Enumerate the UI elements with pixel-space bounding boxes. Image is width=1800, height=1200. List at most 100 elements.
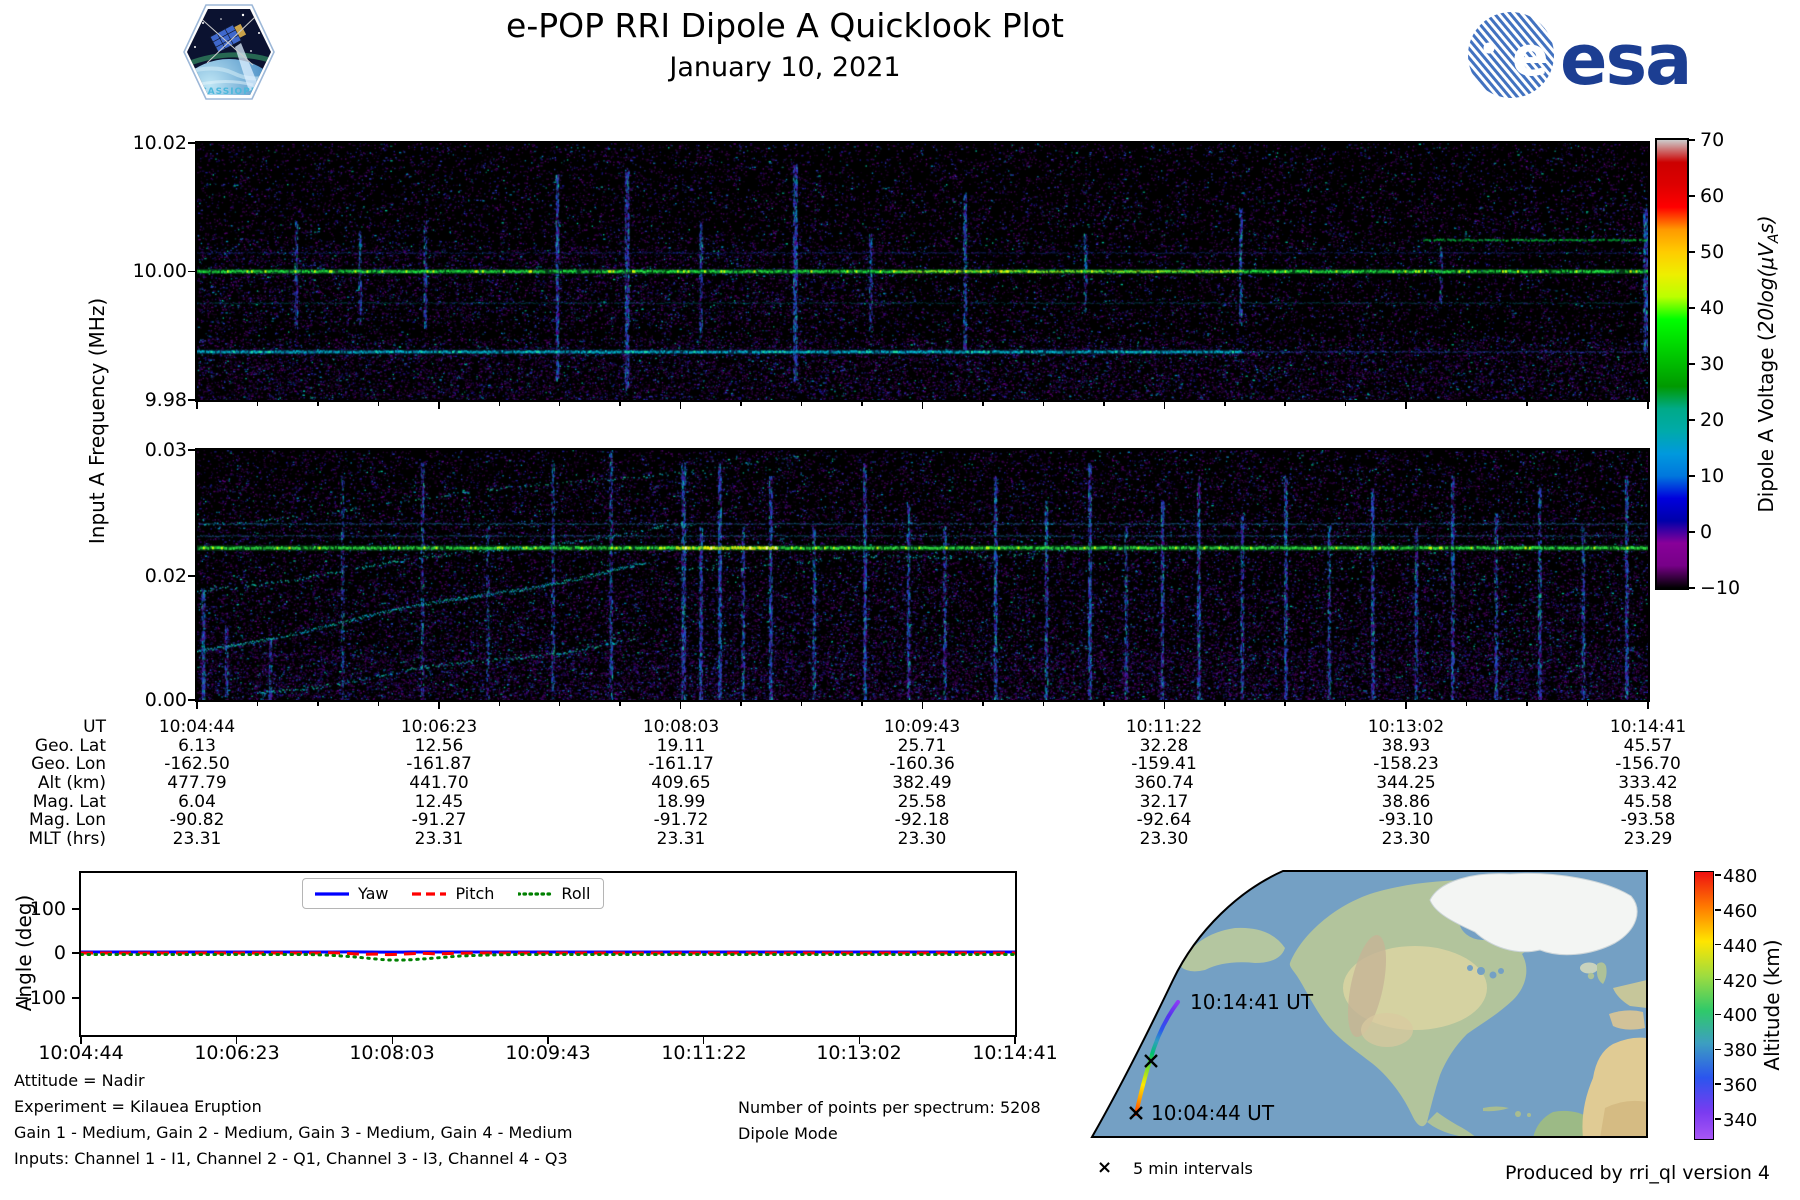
legend-label: Roll [561,884,590,903]
axis-tick-mark [1224,702,1226,706]
axis-tick-mark [1103,402,1105,406]
axis-tick-mark [188,575,195,577]
ephemeris-cell: 23.31 [601,830,761,849]
ephemeris-cell: 10:13:02 [1326,718,1486,737]
axis-tick-mark [438,702,440,709]
cbar-tick: 20 [1700,409,1724,431]
axis-tick-mark [1689,139,1695,141]
axis-tick-mark [619,702,621,706]
axis-tick-mark [703,1037,705,1044]
altbar-tick: 480 [1723,866,1757,888]
angle-xtick: 10:06:23 [172,1042,302,1064]
axis-tick-mark [740,402,742,406]
axis-tick-mark [559,702,561,706]
axis-tick-mark [922,702,924,709]
ephemeris-cell: 477.79 [117,774,277,793]
axis-tick-mark [72,952,79,954]
roll-line-swatch [518,891,552,897]
axis-tick-mark [801,702,803,706]
axis-tick-mark [861,702,863,706]
axis-tick-mark [1405,702,1407,709]
axis-tick-mark [236,1037,238,1044]
axis-tick-mark [188,449,195,451]
cbar-tick: −10 [1700,577,1740,599]
axis-tick-mark [1043,402,1045,406]
ephemeris-row-alt: Alt (km) 477.79 441.70 409.65 382.49 360… [0,774,1800,793]
ephemeris-cell: -90.82 [117,811,277,830]
iceland [1580,963,1598,974]
axis-tick-mark [1014,1037,1016,1044]
ephemeris-cell: -92.18 [842,811,1002,830]
row-label: MLT (hrs) [0,830,106,849]
altitude-colorbar-label: Altitude (km) [1760,939,1784,1070]
angle-ytick: 100 [0,898,66,920]
axis-tick-mark [188,699,195,701]
axis-tick-mark [188,399,195,401]
ephemeris-cell: 344.25 [1326,774,1486,793]
angle-ytick: −100 [0,987,66,1009]
axis-tick-mark [438,402,440,409]
roll-line [81,955,1015,961]
axis-tick-mark [861,402,863,406]
produced-by: Produced by rri_ql version 4 [1505,1163,1770,1183]
axis-tick-mark [1715,979,1721,981]
axis-tick-mark [1689,307,1695,309]
ephemeris-cell: -160.36 [842,755,1002,774]
ephemeris-cell: -162.50 [117,755,277,774]
axis-tick-mark [619,402,621,406]
axis-tick-mark [1345,402,1347,406]
axis-tick-mark [1164,402,1166,409]
altbar-tick: 460 [1723,901,1757,923]
annotation-experiment: Experiment = Kilauea Eruption [14,1097,262,1117]
axis-tick-mark [317,402,319,406]
yaw-line-swatch [315,891,349,897]
axis-tick-mark [680,402,682,409]
angle-xtick: 10:11:22 [639,1042,769,1064]
axis-tick-mark [392,1037,394,1044]
ephemeris-cell: -159.41 [1084,755,1244,774]
ephemeris-cell: -91.27 [359,811,519,830]
ephemeris-cell: 382.49 [842,774,1002,793]
angle-legend: Yaw Pitch Roll [302,878,604,909]
axis-tick-mark [740,702,742,706]
axis-tick-mark [257,702,259,706]
cbar-tick: 50 [1700,241,1724,263]
ytick-top: 10.02 [107,132,187,154]
altbar-tick: 440 [1723,936,1757,958]
ytick-bottom: 0.00 [107,689,187,711]
axis-tick-mark [547,1037,549,1044]
ephemeris-cell: 23.31 [117,830,277,849]
axis-tick-mark [188,271,195,273]
axis-tick-mark [1526,402,1528,406]
axis-tick-mark [1345,702,1347,706]
axis-tick-mark [196,702,198,709]
axis-tick-mark [1587,402,1589,406]
axis-tick-mark [378,402,380,406]
axis-tick-mark [1689,195,1695,197]
ephemeris-cell: -92.64 [1084,811,1244,830]
axis-tick-mark [1715,909,1721,911]
axis-tick-mark [1526,702,1528,706]
annotation-mode: Dipole Mode [738,1124,838,1144]
axis-tick-mark [1715,1118,1721,1120]
ytick-bottom: 0.02 [107,565,187,587]
annotation-gains: Gain 1 - Medium, Gain 2 - Medium, Gain 3… [14,1123,572,1143]
axis-tick-mark [922,402,924,409]
page-title: e-POP RRI Dipole A Quicklook Plot [300,6,1270,45]
axis-tick-mark [1715,1083,1721,1085]
cbar-tick: 40 [1700,297,1724,319]
axis-tick-mark [1689,363,1695,365]
spectrogram-top-panel [195,141,1650,402]
interval-legend-label: 5 min intervals [1133,1159,1253,1178]
ephemeris-row-mlt: MLT (hrs) 23.31 23.31 23.31 23.30 23.30 … [0,830,1800,849]
cbar-tick: 70 [1700,129,1724,151]
axis-tick-mark [72,997,79,999]
ephemeris-cell: 10:08:03 [601,718,761,737]
axis-tick-mark [1715,874,1721,876]
frequency-axis-label: Input A Frequency (MHz) [85,298,109,544]
ephemeris-cell: -161.87 [359,755,519,774]
row-label: Geo. Lon [0,755,106,774]
ephemeris-cell: -93.58 [1568,811,1728,830]
ephemeris-cell: 10:14:41 [1568,718,1728,737]
ephemeris-cell: -93.10 [1326,811,1486,830]
